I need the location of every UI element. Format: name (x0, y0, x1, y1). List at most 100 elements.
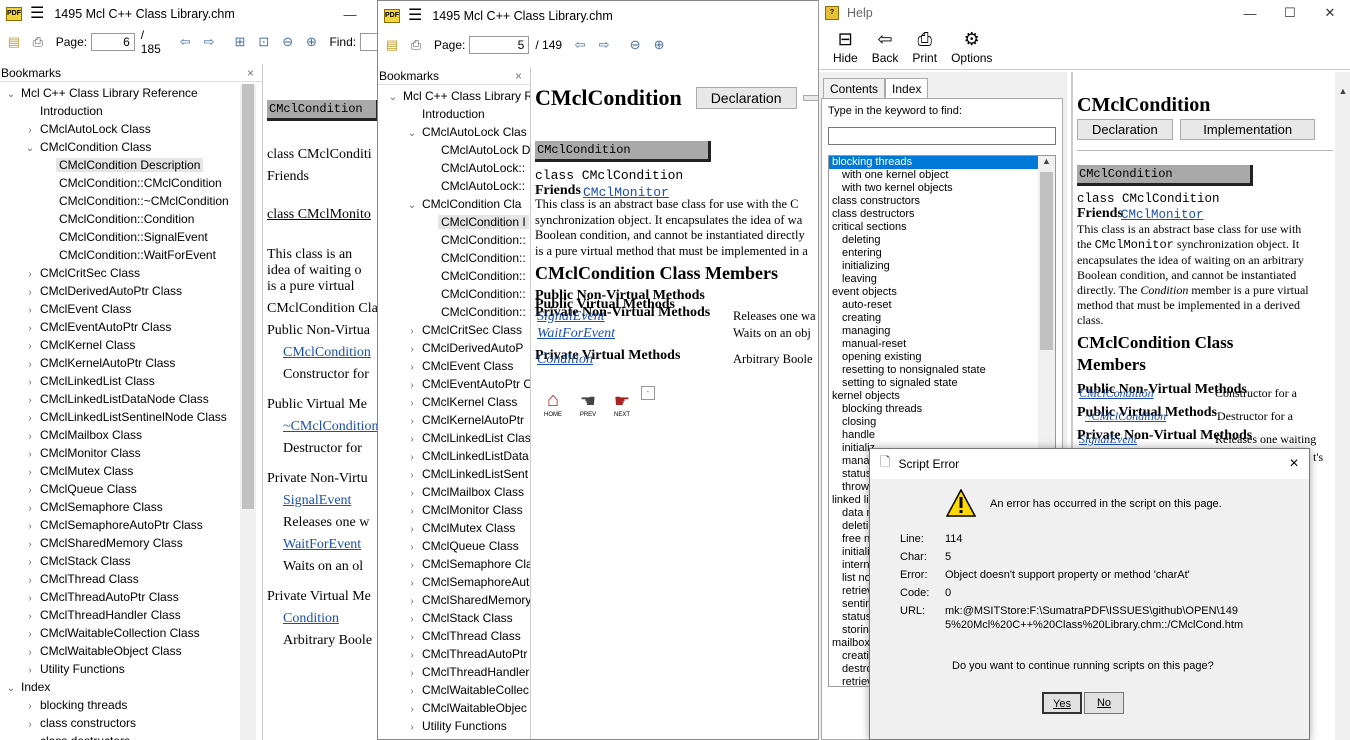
maximize-icon[interactable]: ☐ (1270, 5, 1310, 21)
tree-item[interactable]: › CMclKernelAutoPtr Class (0, 354, 240, 372)
index-entry[interactable]: blocking threads (829, 156, 1039, 169)
keyword-input[interactable] (828, 127, 1056, 145)
print-icon[interactable]: ⎙ (29, 34, 47, 50)
tree-item[interactable]: CMclCondition::~CMclCondition (0, 192, 240, 210)
tree-item[interactable]: › CMclSharedMemory (380, 591, 530, 609)
index-entry[interactable]: closing (829, 416, 1039, 429)
tab-index[interactable]: Index (885, 78, 929, 99)
tab-contents[interactable]: Contents (823, 78, 886, 99)
tree-item[interactable]: › CMclLinkedListSentinelNode Class (0, 408, 240, 426)
scroll-thumb[interactable] (242, 84, 254, 509)
tree-item[interactable]: Introduction (380, 105, 530, 123)
signal-link[interactable]: SignalEvent (537, 309, 605, 325)
index-entry[interactable]: resetting to nonsignaled state (829, 364, 1039, 377)
implementation-button[interactable]: Implementation (1180, 119, 1316, 140)
zoom-out-icon[interactable]: ⊖ (279, 34, 297, 50)
tree-item[interactable]: › CMclStack Class (380, 609, 530, 627)
dtor-link[interactable]: ~CMclCondition (1085, 409, 1166, 424)
next-nav-button[interactable]: ☛ NEXT (605, 391, 639, 418)
zoom-in-icon[interactable]: ⊕ (303, 34, 321, 50)
close-window-icon[interactable]: ✕ (1310, 5, 1350, 21)
index-entry[interactable]: with one kernel object (829, 169, 1039, 182)
condition-link[interactable]: Condition (537, 352, 593, 368)
close-bookmarks-icon[interactable]: × (515, 69, 522, 83)
yes-button[interactable]: Yes (1042, 692, 1082, 714)
tree-item[interactable]: › CMclDerivedAutoP (380, 339, 530, 357)
declaration-button[interactable]: Declaration (695, 87, 797, 109)
dialog-close-icon[interactable]: × (1279, 455, 1309, 473)
open-icon[interactable]: ▤ (383, 37, 401, 53)
tree-item[interactable]: CMclCondition:: (380, 267, 530, 285)
tree-item[interactable]: › CMclWaitableCollec (380, 681, 530, 699)
tree-item[interactable]: › CMclKernelAutoPtr (380, 411, 530, 429)
tree-item[interactable]: › CMclKernel Class (380, 393, 530, 411)
tree-item[interactable]: › CMclEvent Class (380, 357, 530, 375)
tree-item[interactable]: › Utility Functions (0, 660, 240, 678)
tree-item[interactable]: › CMclWaitableCollection Class (0, 624, 240, 642)
fit-page-icon[interactable]: ⊞ (231, 34, 249, 50)
tree-item[interactable]: › CMclThread Class (380, 627, 530, 645)
tree-item[interactable]: › class constructors (0, 714, 240, 732)
tree-item[interactable]: › CMclSharedMemory Class (0, 534, 240, 552)
print-button[interactable]: ⎙ Print (912, 29, 937, 65)
index-entry[interactable]: opening existing (829, 351, 1039, 364)
tree-item[interactable]: › CMclThreadAutoPtr Class (0, 588, 240, 606)
chevron-right-icon[interactable]: › (405, 719, 419, 737)
tree-item[interactable]: › CMclThreadAutoPtr (380, 645, 530, 663)
wait-link[interactable]: WaitForEvent (283, 537, 380, 553)
tree-item[interactable]: CMclCondition::CMclCondition (0, 174, 240, 192)
tree-item[interactable]: › CMclMonitor Class (0, 444, 240, 462)
tree-item[interactable]: › CMclThreadHandler (380, 663, 530, 681)
tree-item[interactable]: › CMclDerivedAutoPtr Class (0, 282, 240, 300)
tree-item[interactable]: › CMclCritSec Class (380, 321, 530, 339)
home-nav-button[interactable]: ⌂ HOME (535, 389, 571, 418)
friend-link[interactable]: CMclMonitor (583, 185, 669, 200)
prev-nav-button[interactable]: ☚ PREV (571, 391, 605, 418)
tree-item[interactable]: › CMclKernel Class (0, 336, 240, 354)
tree-item[interactable]: CMclAutoLock:: (380, 177, 530, 195)
menu-icon[interactable]: ☰ (408, 8, 422, 24)
tree-item[interactable]: › CMclMutex Class (380, 519, 530, 537)
index-entry[interactable]: with two kernel objects (829, 182, 1039, 195)
close-bookmarks-icon[interactable]: × (247, 66, 254, 80)
scroll-up-icon[interactable]: ▲ (1038, 156, 1055, 166)
tree-item[interactable]: › CMclSemaphore Cla (380, 555, 530, 573)
index-entry[interactable]: class destructors (829, 208, 1039, 221)
tree-item[interactable]: › CMclWaitableObject Class (0, 642, 240, 660)
dtor-link[interactable]: ~CMclCondition (283, 419, 380, 435)
tree-item[interactable]: › CMclLinkedListSent (380, 465, 530, 483)
prev-page-icon[interactable]: ⇦ (176, 34, 194, 50)
tree-item[interactable]: › CMclCritSec Class (0, 264, 240, 282)
print-icon[interactable]: ⎙ (407, 37, 425, 53)
tree-item[interactable]: › CMclLinkedList Class (0, 372, 240, 390)
index-entry[interactable]: blocking threads (829, 403, 1039, 416)
signal-link[interactable]: SignalEvent (1079, 432, 1137, 447)
tree-item[interactable]: › CMclQueue Class (0, 480, 240, 498)
fit-width-icon[interactable]: ⊡ (255, 34, 273, 50)
friend-line[interactable]: class CMclMonito (267, 207, 380, 223)
tree-item[interactable]: CMclCondition Description (0, 156, 240, 174)
zoom-in-icon[interactable]: ⊕ (650, 37, 668, 53)
tree-item[interactable]: ⌄ Mcl C++ Class Library R (380, 87, 530, 105)
content-scrollbar[interactable]: ▲ (1335, 72, 1350, 740)
tree-item[interactable]: ⌄ CMclCondition Class (0, 138, 240, 156)
index-entry[interactable]: creating (829, 312, 1039, 325)
tree-item[interactable]: › CMclLinkedList Clas (380, 429, 530, 447)
zoom-out-icon[interactable]: ⊖ (626, 37, 644, 53)
index-entry[interactable]: event objects (829, 286, 1039, 299)
ctor-link[interactable]: CMclCondition (283, 345, 380, 361)
wait-link[interactable]: WaitForEvent (537, 326, 615, 342)
options-button[interactable]: ⚙ Options (951, 29, 992, 65)
tree-item[interactable]: CMclAutoLock D (380, 141, 530, 159)
index-entry[interactable]: handle (829, 429, 1039, 442)
tree-item[interactable]: › CMclMailbox Class (0, 426, 240, 444)
tree-item[interactable]: CMclCondition:: (380, 285, 530, 303)
open-icon[interactable]: ▤ (5, 34, 23, 50)
scroll-up-icon[interactable]: ▲ (1335, 86, 1350, 96)
minimize-icon[interactable]: — (330, 7, 370, 22)
tree-item[interactable]: › CMclEventAutoPtr C (380, 375, 530, 393)
tree-item[interactable]: CMclCondition::Condition (0, 210, 240, 228)
page-input[interactable]: 5 (469, 35, 530, 54)
index-entry[interactable]: class constructors (829, 195, 1039, 208)
tree-item[interactable]: › blocking threads (0, 696, 240, 714)
